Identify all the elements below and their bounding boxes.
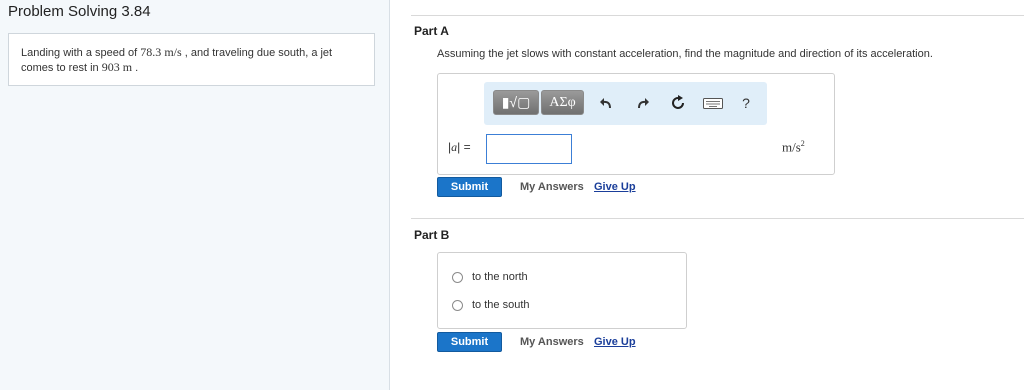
units-label: m/s2 [782,139,805,155]
answer-label: |a| = [448,140,471,154]
problem-pane: Problem Solving 3.84 Landing with a spee… [0,0,390,390]
choice-south-label: to the south [472,299,530,311]
part-a-question: Assuming the jet slows with constant acc… [437,48,933,60]
keyboard-icon[interactable] [701,92,725,114]
part-a-submit-button[interactable]: Submit [437,177,502,197]
templates-button[interactable]: ▮√▢ [493,90,539,115]
speed-unit: m/s [164,45,182,59]
math-toolbar: ▮√▢ ΑΣφ ? [484,82,767,125]
distance-unit: m [122,60,133,74]
reset-icon[interactable] [668,92,688,114]
choice-north-label: to the north [472,271,528,283]
problem-text-1: Landing with a speed of [21,47,141,59]
choice-south[interactable]: to the south [452,299,530,311]
radio-south[interactable] [452,299,463,311]
equals-sign: = [463,140,471,154]
part-b-divider [411,218,1024,219]
part-a-label: Part A [414,24,449,38]
part-b-give-up-link[interactable]: Give Up [594,336,636,348]
answer-input[interactable] [486,134,572,164]
choice-north[interactable]: to the north [452,271,528,283]
templates-icon: ▮√▢ [501,94,531,110]
symbols-button[interactable]: ΑΣφ [541,90,584,115]
part-a-divider [411,15,1024,16]
units-base: m/s [782,139,801,155]
help-icon: ? [742,95,750,111]
part-b-submit-button[interactable]: Submit [437,332,502,352]
problem-statement: Landing with a speed of 78.3 m/s , and t… [8,33,375,86]
redo-icon[interactable] [633,92,653,114]
distance-value: 903 [101,60,120,74]
problem-text-3: . [132,62,139,74]
part-b-my-answers-link[interactable]: My Answers [520,336,584,348]
part-a-my-answers-link[interactable]: My Answers [520,181,584,193]
speed-value: 78.3 [140,45,162,59]
part-a-give-up-link[interactable]: Give Up [594,181,636,193]
radio-north[interactable] [452,271,463,283]
undo-icon[interactable] [596,92,616,114]
variable-a: a [451,140,458,154]
problem-title: Problem Solving 3.84 [8,3,151,20]
part-b-label: Part B [414,228,450,242]
units-exponent: 2 [800,139,805,148]
help-button[interactable]: ? [736,92,756,114]
choices-panel: to the north to the south [437,252,687,329]
symbols-icon: ΑΣφ [549,94,576,110]
